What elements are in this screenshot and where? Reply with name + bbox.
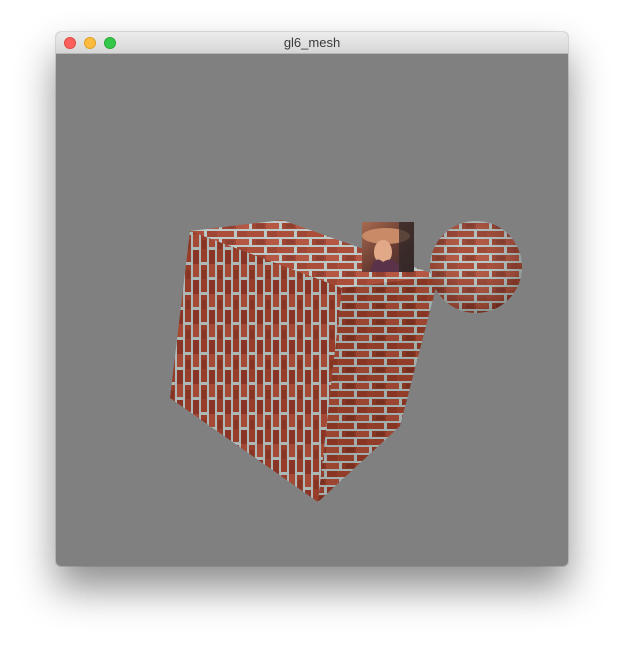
app-window: gl6_mesh	[56, 32, 568, 566]
portrait-quad	[362, 222, 414, 272]
scene-canvas	[170, 220, 522, 502]
title-bar[interactable]: gl6_mesh	[56, 32, 568, 54]
window-title: gl6_mesh	[283, 35, 341, 50]
brick-sphere	[430, 221, 522, 313]
gl-viewport[interactable]	[56, 54, 568, 566]
